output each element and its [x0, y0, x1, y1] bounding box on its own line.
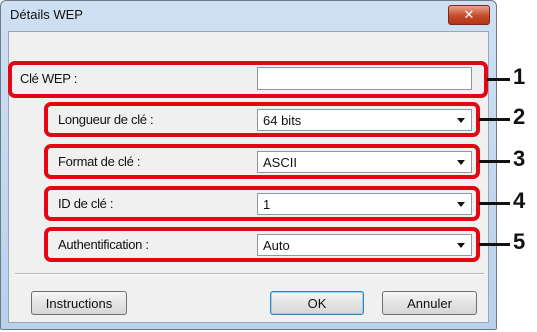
instructions-button[interactable]: Instructions: [31, 291, 127, 315]
callout-leader-5: [479, 243, 510, 246]
callout-number-1: 1: [513, 64, 526, 89]
instructions-button-label: Instructions: [45, 295, 113, 311]
chevron-down-icon: [457, 118, 465, 123]
close-button[interactable]: ✕: [448, 5, 490, 25]
key-format-select[interactable]: ASCII: [257, 151, 472, 173]
callout-number-3: 3: [513, 146, 526, 171]
callout-leader-2: [479, 118, 510, 121]
cancel-button-label: Annuler: [407, 295, 452, 311]
cancel-button[interactable]: Annuler: [382, 291, 477, 315]
ok-button[interactable]: OK: [270, 291, 364, 315]
chevron-down-icon: [457, 202, 465, 207]
key-id-value: 1: [263, 197, 271, 212]
key-length-value: 64 bits: [263, 113, 302, 128]
key-id-select[interactable]: 1: [257, 193, 472, 215]
key-length-select[interactable]: 64 bits: [257, 109, 472, 131]
callout-leader-4: [479, 202, 510, 205]
authentication-label: Authentification :: [58, 237, 149, 252]
title-bar[interactable]: Détails WEP ✕: [1, 1, 496, 31]
wep-key-label: Clé WEP :: [20, 71, 78, 86]
window-title: Détails WEP: [10, 7, 83, 22]
key-format-value: ASCII: [263, 155, 297, 170]
ok-button-label: OK: [307, 295, 327, 311]
close-icon: ✕: [463, 7, 475, 22]
callout-leader-1: [487, 78, 510, 81]
authentication-select[interactable]: Auto: [257, 234, 472, 256]
chevron-down-icon: [457, 243, 465, 248]
callout-number-5: 5: [513, 229, 526, 254]
separator: [15, 273, 484, 275]
wep-key-input[interactable]: [257, 67, 472, 90]
callout-number-2: 2: [513, 104, 526, 129]
key-format-label: Format de clé :: [58, 154, 141, 169]
authentication-value: Auto: [263, 238, 290, 253]
key-id-label: ID de clé :: [58, 196, 114, 211]
callout-number-4: 4: [513, 188, 526, 213]
callout-leader-3: [479, 160, 510, 163]
wep-details-window: Détails WEP ✕ Clé WEP : Longueur de clé …: [0, 0, 497, 330]
key-length-label: Longueur de clé :: [58, 112, 154, 127]
chevron-down-icon: [457, 160, 465, 165]
